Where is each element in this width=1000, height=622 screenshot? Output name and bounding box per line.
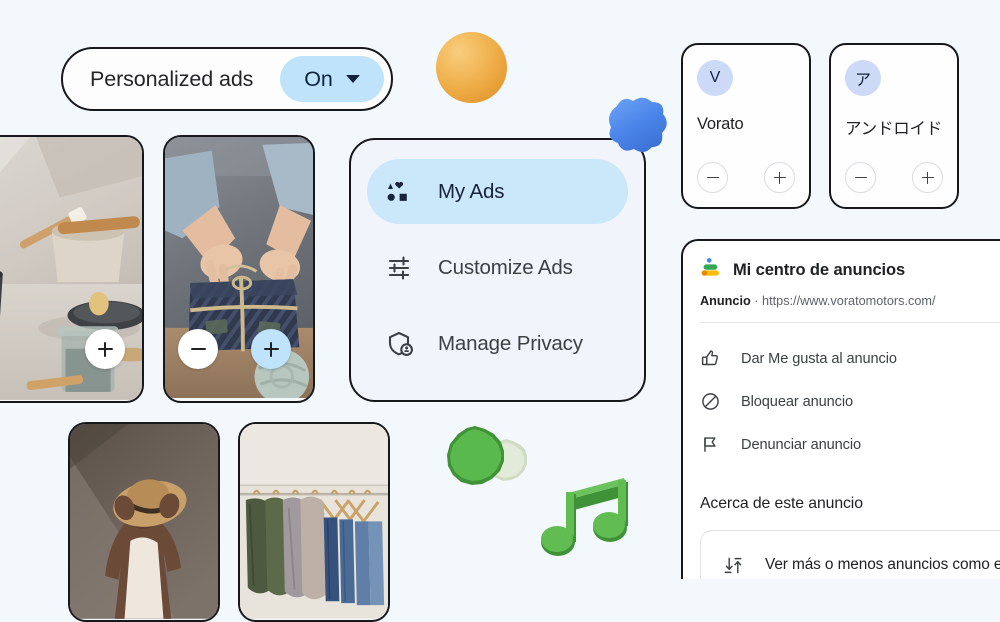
brand-name-vorato: Vorato [697,115,744,133]
photo-card-woman-hat[interactable] [68,422,220,622]
ad-panel-section-title: Acerca de este anuncio [700,495,863,512]
ads-nav-card: My Ads Customize Ads Manage Privacy [349,138,646,402]
block-icon [700,392,720,412]
ad-panel-header: Mi centro de anuncios Anuncio · https://… [683,257,1000,323]
brand-name-android: アンドロイド [845,120,943,138]
brand-increase-button-android[interactable] [912,162,943,193]
nav-spacer-2 [367,300,628,311]
flag-icon [700,435,720,455]
green-scallop-decoration [444,425,544,493]
brand-decrease-button-android[interactable] [845,162,876,193]
my-ad-center-panel: Mi centro de anuncios Anuncio · https://… [681,239,1000,579]
brand-avatar-letter: V [709,69,721,86]
orange-sphere-decoration [436,32,507,103]
nav-label-manage-privacy: Manage Privacy [438,331,583,355]
personalized-ads-label: Personalized ads [90,66,254,91]
brand-decrease-button-vorato[interactable] [697,162,728,193]
ad-label: Anuncio [700,294,751,308]
tune-more-less-icon [722,554,744,576]
like-button-card-1[interactable] [85,329,125,369]
chevron-down-icon [345,75,360,83]
brand-avatar-letter: ア [854,72,871,89]
photo-image-woman-hat [70,424,218,619]
ad-url: https://www.voratomotors.com/ [762,294,936,308]
personalized-ads-control[interactable]: Personalized ads On [61,47,393,111]
photo-card-gift-wrapping[interactable] [163,135,315,403]
ad-see-more-less-label: Ver más o menos anuncios como este [765,556,1000,573]
collage-stage: My Ads Customize Ads Manage Privacy Pers… [0,0,1000,622]
nav-label-my-ads: My Ads [438,179,505,203]
brand-increase-button-vorato[interactable] [764,162,795,193]
brand-card-android[interactable]: ア アンドロイド [829,43,959,209]
ad-action-label-block: Bloquear anuncio [741,393,853,410]
ad-action-label-report: Denunciar anuncio [741,436,861,453]
nav-item-manage-privacy[interactable]: Manage Privacy [367,311,628,376]
sliders-icon [386,253,416,283]
photo-image-clothing-rack [240,424,388,619]
ad-panel-title: Mi centro de anuncios [733,261,906,279]
personalized-ads-value: On [304,66,333,91]
ad-action-label-like: Dar Me gusta al anuncio [741,350,897,367]
ad-action-block[interactable]: Bloquear anuncio [700,380,1000,423]
ad-panel-actions: Dar Me gusta al anuncio Bloquear anuncio [683,323,1000,466]
nav-spacer-1 [367,224,628,235]
ad-url-separator: · [750,294,763,308]
like-button-card-2[interactable] [251,329,291,369]
dislike-button-card-2[interactable] [178,329,218,369]
brand-card-vorato[interactable]: V Vorato [681,43,811,209]
personalized-ads-dropdown[interactable]: On [280,56,384,102]
ad-panel-title-row: Mi centro de anuncios [700,257,1000,284]
brand-actions-vorato [697,162,795,193]
google-ads-icon [700,257,722,284]
shield-lock-icon [386,329,416,359]
brand-avatar-android: ア [845,60,881,96]
ad-panel-url-row: Anuncio · https://www.voratomotors.com/ [700,294,1000,308]
photo-card-clothing-rack[interactable] [238,422,390,622]
thumb-up-icon [700,349,720,369]
nav-label-customize-ads: Customize Ads [438,255,573,279]
photo-card-bathroom[interactable] [0,135,144,403]
shapes-grid-icon [386,177,416,207]
green-music-note-decoration [540,478,638,556]
brand-avatar-vorato: V [697,60,733,96]
nav-item-my-ads[interactable]: My Ads [367,159,628,224]
ad-action-like[interactable]: Dar Me gusta al anuncio [700,337,1000,380]
ad-action-report[interactable]: Denunciar anuncio [700,423,1000,466]
ad-see-more-less-card[interactable]: Ver más o menos anuncios como este [700,530,1000,579]
brand-actions-android [845,162,943,193]
nav-item-customize-ads[interactable]: Customize Ads [367,235,628,300]
blue-blob-decoration [603,94,670,157]
